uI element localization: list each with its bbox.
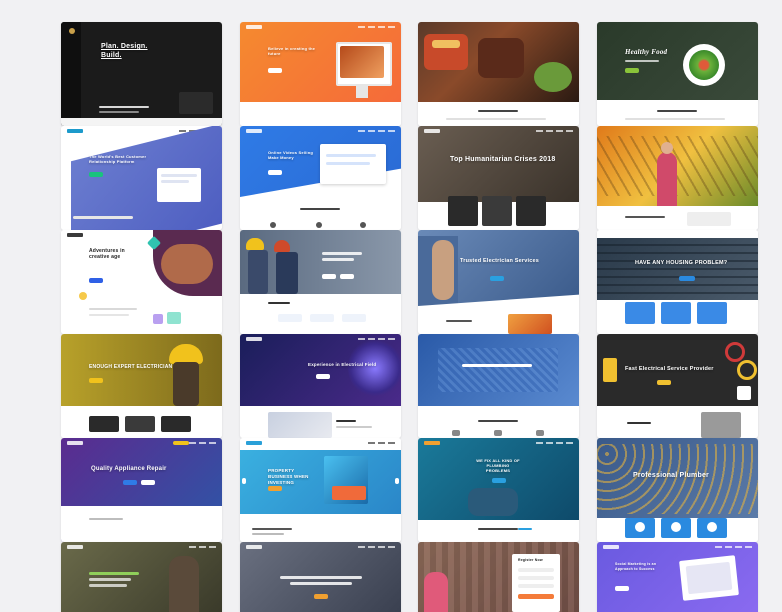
template-thumbnail[interactable]: Quality Appliance Repair <box>61 438 222 542</box>
thumbnail-title: Professional Plumber <box>633 472 709 479</box>
template-thumbnail[interactable]: HAVE ANY HOUSING PROBLEM? <box>597 230 758 334</box>
thumbnail-title: Online Videos Selling Make Money <box>268 150 314 160</box>
template-thumbnail[interactable] <box>597 126 758 230</box>
template-thumbnail[interactable]: Adventures in creative age <box>61 230 222 334</box>
template-thumbnail[interactable] <box>418 334 579 438</box>
thumbnail-title: Experience in Electrical Field <box>308 362 377 367</box>
thumbnail-title: WE FIX ALL KIND OF PLUMBING PROBLEMS <box>476 458 520 473</box>
template-thumbnail[interactable]: The World's Best Customer Relationship P… <box>61 126 222 230</box>
thumbnail-title: ENOUGH EXPERT ELECTRICIAN <box>89 364 173 370</box>
thumbnail-title: Believe in creating the future <box>268 46 316 56</box>
template-gallery: Plan. Design. Build. The World's Best Cu… <box>0 0 782 612</box>
template-thumbnail[interactable]: Professional Plumber <box>597 438 758 542</box>
template-thumbnail[interactable]: Trusted Electrician Services <box>418 230 579 334</box>
template-thumbnail[interactable]: Healthy Food <box>597 22 758 126</box>
template-thumbnail[interactable] <box>240 230 401 334</box>
thumbnail-title: Healthy Food <box>625 48 668 56</box>
template-thumbnail[interactable]: Online Videos Selling Make Money <box>240 126 401 230</box>
thumbnail-title: HAVE ANY HOUSING PROBLEM? <box>635 260 728 266</box>
thumbnail-title: Adventures in creative age <box>89 248 125 260</box>
thumbnail-title: PROPERTY BUSINESS WHEN INVESTING <box>268 468 309 485</box>
thumbnail-title: Quality Appliance Repair <box>91 466 167 472</box>
template-thumbnail[interactable] <box>240 542 401 612</box>
thumbnail-title: Trusted Electrician Services <box>460 258 539 264</box>
template-thumbnail[interactable]: WE FIX ALL KIND OF PLUMBING PROBLEMS <box>418 438 579 542</box>
template-thumbnail[interactable]: PROPERTY BUSINESS WHEN INVESTING <box>240 438 401 542</box>
template-thumbnail[interactable]: Social Marketing is an Approach to Succe… <box>597 542 758 612</box>
template-thumbnail[interactable]: Register Now <box>418 542 579 612</box>
template-thumbnail[interactable] <box>418 22 579 126</box>
template-thumbnail[interactable]: ENOUGH EXPERT ELECTRICIAN <box>61 334 222 438</box>
template-thumbnail[interactable]: Top Humanitarian Crises 2018 <box>418 126 579 230</box>
thumbnail-title: Plan. Design. Build. <box>101 43 148 59</box>
thumbnail-title: Fast Electrical Service Provider <box>625 366 714 372</box>
thumbnail-title: The World's Best Customer Relationship P… <box>89 154 147 164</box>
thumbnail-title: Top Humanitarian Crises 2018 <box>450 156 556 163</box>
template-thumbnail[interactable]: Experience in Electrical Field <box>240 334 401 438</box>
template-thumbnail[interactable] <box>61 542 222 612</box>
template-thumbnail[interactable]: Fast Electrical Service Provider <box>597 334 758 438</box>
thumbnail-title: Social Marketing is an Approach to Succe… <box>615 562 657 571</box>
template-thumbnail[interactable]: Plan. Design. Build. <box>61 22 222 126</box>
thumbnail-title: Register Now <box>518 558 543 562</box>
template-thumbnail[interactable]: Believe in creating the future <box>240 22 401 126</box>
